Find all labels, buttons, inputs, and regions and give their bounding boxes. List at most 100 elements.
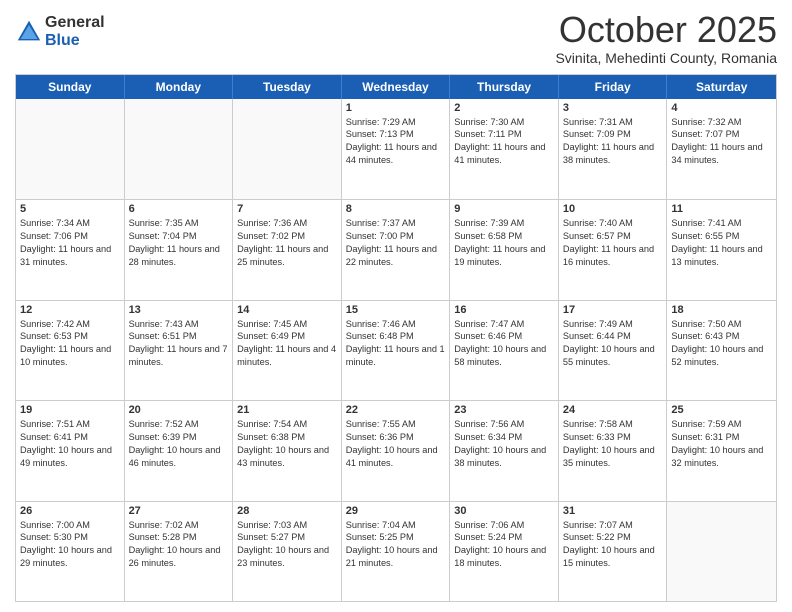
sunset-text: Sunset: 7:09 PM xyxy=(563,128,663,141)
day-number: 13 xyxy=(129,304,229,316)
logo-text: General Blue xyxy=(45,14,105,49)
calendar-cell: 8Sunrise: 7:37 AMSunset: 7:00 PMDaylight… xyxy=(342,200,451,299)
sunrise-text: Sunrise: 7:39 AM xyxy=(454,217,554,230)
daylight-text: Daylight: 11 hours and 38 minutes. xyxy=(563,141,663,167)
calendar-row: 1Sunrise: 7:29 AMSunset: 7:13 PMDaylight… xyxy=(16,99,776,199)
weekday-header: Friday xyxy=(559,75,668,99)
daylight-text: Daylight: 11 hours and 4 minutes. xyxy=(237,343,337,369)
daylight-text: Daylight: 10 hours and 55 minutes. xyxy=(563,343,663,369)
logo: General Blue xyxy=(15,14,105,49)
sunrise-text: Sunrise: 7:03 AM xyxy=(237,519,337,532)
weekday-header: Sunday xyxy=(16,75,125,99)
day-number: 30 xyxy=(454,505,554,517)
sunset-text: Sunset: 6:43 PM xyxy=(671,330,772,343)
sunrise-text: Sunrise: 7:06 AM xyxy=(454,519,554,532)
calendar-cell: 20Sunrise: 7:52 AMSunset: 6:39 PMDayligh… xyxy=(125,401,234,500)
header-right: October 2025 Svinita, Mehedinti County, … xyxy=(555,10,777,66)
calendar-cell: 10Sunrise: 7:40 AMSunset: 6:57 PMDayligh… xyxy=(559,200,668,299)
calendar-cell: 29Sunrise: 7:04 AMSunset: 5:25 PMDayligh… xyxy=(342,502,451,601)
daylight-text: Daylight: 10 hours and 52 minutes. xyxy=(671,343,772,369)
sunset-text: Sunset: 7:13 PM xyxy=(346,128,446,141)
sunrise-text: Sunrise: 7:54 AM xyxy=(237,418,337,431)
calendar-cell: 22Sunrise: 7:55 AMSunset: 6:36 PMDayligh… xyxy=(342,401,451,500)
day-number: 6 xyxy=(129,203,229,215)
calendar: SundayMondayTuesdayWednesdayThursdayFrid… xyxy=(15,74,777,602)
calendar-cell xyxy=(233,99,342,199)
sunset-text: Sunset: 6:57 PM xyxy=(563,230,663,243)
day-number: 10 xyxy=(563,203,663,215)
sunrise-text: Sunrise: 7:47 AM xyxy=(454,318,554,331)
sunrise-text: Sunrise: 7:42 AM xyxy=(20,318,120,331)
day-number: 19 xyxy=(20,404,120,416)
daylight-text: Daylight: 10 hours and 58 minutes. xyxy=(454,343,554,369)
calendar-cell: 5Sunrise: 7:34 AMSunset: 7:06 PMDaylight… xyxy=(16,200,125,299)
calendar-cell: 6 Sunrise: 7:35 AMSunset: 7:04 PMDaylight… xyxy=(125,200,234,299)
header: General Blue October 2025 Svinita, Mehed… xyxy=(15,10,777,66)
day-number: 9 xyxy=(454,203,554,215)
calendar-cell: 25Sunrise: 7:59 AMSunset: 6:31 PMDayligh… xyxy=(667,401,776,500)
calendar-cell: 3Sunrise: 7:31 AMSunset: 7:09 PMDaylight… xyxy=(559,99,668,199)
sunset-text: Sunset: 7:04 PM xyxy=(129,230,229,243)
sunset-text: Sunset: 6:58 PM xyxy=(454,230,554,243)
day-number: 17 xyxy=(563,304,663,316)
sunrise-text: Sunrise: 7:07 AM xyxy=(563,519,663,532)
weekday-header: Wednesday xyxy=(342,75,451,99)
calendar-row: 5Sunrise: 7:34 AMSunset: 7:06 PMDaylight… xyxy=(16,199,776,299)
sunset-text: Sunset: 7:02 PM xyxy=(237,230,337,243)
day-number: 26 xyxy=(20,505,120,517)
sunrise-text: Sunrise: 7:56 AM xyxy=(454,418,554,431)
sunset-text: Sunset: 6:49 PM xyxy=(237,330,337,343)
day-number: 28 xyxy=(237,505,337,517)
daylight-text: Daylight: 10 hours and 46 minutes. xyxy=(129,444,229,470)
daylight-text: Daylight: 11 hours and 25 minutes. xyxy=(237,243,337,269)
sunset-text: Sunset: 5:24 PM xyxy=(454,531,554,544)
calendar-cell: 9Sunrise: 7:39 AMSunset: 6:58 PMDaylight… xyxy=(450,200,559,299)
sunrise-text: Sunrise: 7:00 AM xyxy=(20,519,120,532)
sunset-text: Sunset: 6:31 PM xyxy=(671,431,772,444)
day-number: 1 xyxy=(346,102,446,114)
daylight-text: Daylight: 11 hours and 7 minutes. xyxy=(129,343,229,369)
daylight-text: Daylight: 10 hours and 38 minutes. xyxy=(454,444,554,470)
sunset-text: Sunset: 6:33 PM xyxy=(563,431,663,444)
sunrise-text: Sunrise: 7:49 AM xyxy=(563,318,663,331)
calendar-cell: 23Sunrise: 7:56 AMSunset: 6:34 PMDayligh… xyxy=(450,401,559,500)
sunset-text: Sunset: 7:11 PM xyxy=(454,128,554,141)
sunrise-text: Sunrise: 7:02 AM xyxy=(129,519,229,532)
sunrise-text: Sunrise: 7:43 AM xyxy=(129,318,229,331)
sunrise-text: Sunrise: 7:40 AM xyxy=(563,217,663,230)
sunset-text: Sunset: 6:46 PM xyxy=(454,330,554,343)
sunset-text: Sunset: 6:51 PM xyxy=(129,330,229,343)
day-number: 22 xyxy=(346,404,446,416)
sunrise-text: Sunrise: 7:46 AM xyxy=(346,318,446,331)
daylight-text: Daylight: 10 hours and 29 minutes. xyxy=(20,544,120,570)
daylight-text: Daylight: 11 hours and 28 minutes. xyxy=(129,243,229,269)
daylight-text: Daylight: 11 hours and 1 minute. xyxy=(346,343,446,369)
calendar-cell: 19Sunrise: 7:51 AMSunset: 6:41 PMDayligh… xyxy=(16,401,125,500)
daylight-text: Daylight: 11 hours and 10 minutes. xyxy=(20,343,120,369)
calendar-cell: 24Sunrise: 7:58 AMSunset: 6:33 PMDayligh… xyxy=(559,401,668,500)
day-number: 31 xyxy=(563,505,663,517)
daylight-text: Daylight: 11 hours and 44 minutes. xyxy=(346,141,446,167)
sunset-text: Sunset: 7:00 PM xyxy=(346,230,446,243)
sunrise-text: Sunrise: 7:29 AM xyxy=(346,116,446,129)
sunset-text: Sunset: 6:53 PM xyxy=(20,330,120,343)
day-number: 5 xyxy=(20,203,120,215)
day-number: 12 xyxy=(20,304,120,316)
sunset-text: Sunset: 6:41 PM xyxy=(20,431,120,444)
daylight-text: Daylight: 10 hours and 23 minutes. xyxy=(237,544,337,570)
sunset-text: Sunset: 5:25 PM xyxy=(346,531,446,544)
day-number: 23 xyxy=(454,404,554,416)
sunrise-text: Sunrise: 7:31 AM xyxy=(563,116,663,129)
calendar-row: 12Sunrise: 7:42 AMSunset: 6:53 PMDayligh… xyxy=(16,300,776,400)
sunrise-text: Sunrise: 7:34 AM xyxy=(20,217,120,230)
weekday-header: Monday xyxy=(125,75,234,99)
day-number: 27 xyxy=(129,505,229,517)
page: General Blue October 2025 Svinita, Mehed… xyxy=(0,0,792,612)
sunrise-text: Sunrise: 7:35 AM xyxy=(129,217,229,230)
daylight-text: Daylight: 10 hours and 15 minutes. xyxy=(563,544,663,570)
calendar-cell: 13 Sunrise: 7:43 AMSunset: 6:51 PMDayligh… xyxy=(125,301,234,400)
sunset-text: Sunset: 6:36 PM xyxy=(346,431,446,444)
sunrise-text: Sunrise: 7:52 AM xyxy=(129,418,229,431)
calendar-cell: 12 Sunrise: 7:42 AMSunset: 6:53 PMDayligh… xyxy=(16,301,125,400)
calendar-cell: 4Sunrise: 7:32 AMSunset: 7:07 PMDaylight… xyxy=(667,99,776,199)
